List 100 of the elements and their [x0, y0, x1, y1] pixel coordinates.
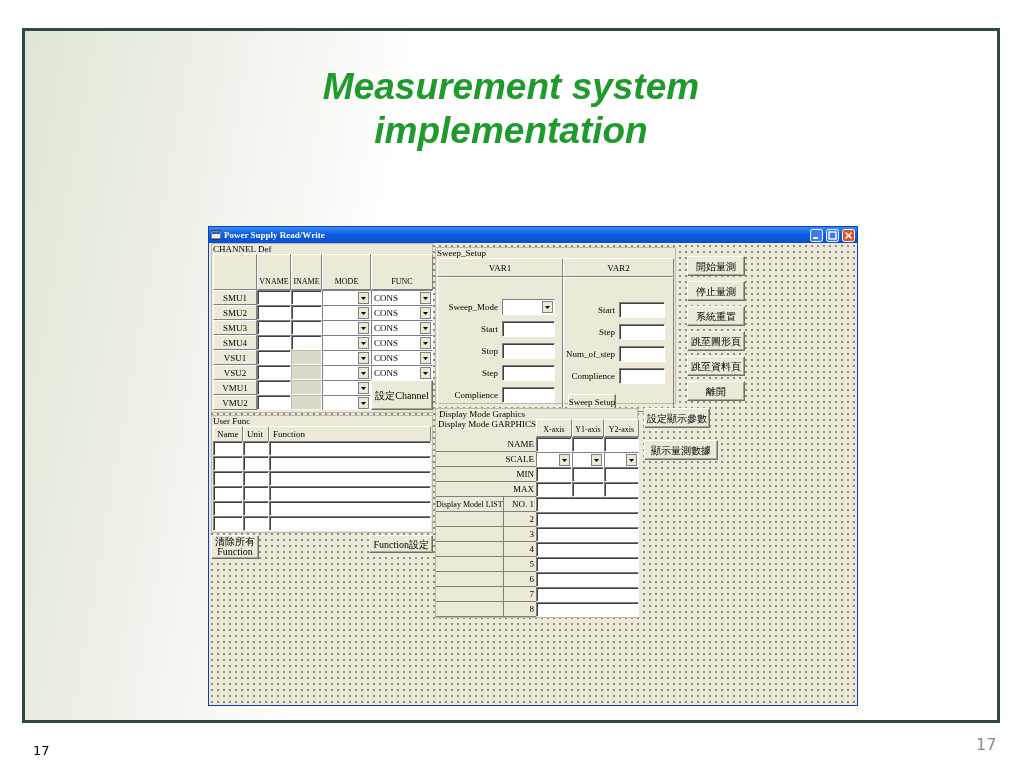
table-cell[interactable]	[213, 486, 243, 501]
table-cell[interactable]	[213, 471, 243, 486]
table-cell[interactable]	[269, 456, 431, 471]
table-cell[interactable]	[572, 467, 604, 482]
table-cell[interactable]	[604, 482, 639, 497]
table-cell[interactable]	[536, 482, 572, 497]
vname-field[interactable]	[257, 395, 291, 410]
table-cell[interactable]	[243, 471, 269, 486]
row-header: VSU2	[213, 365, 257, 380]
list-field[interactable]	[536, 557, 639, 572]
action-button[interactable]: 開始量測	[687, 256, 745, 276]
input-field[interactable]	[502, 343, 555, 359]
scale-dropdown[interactable]	[604, 452, 639, 467]
caret-icon	[358, 306, 369, 319]
mode-dropdown[interactable]	[322, 395, 371, 410]
group-caption: Display Mode Graphics	[438, 409, 526, 419]
list-field[interactable]	[536, 572, 639, 587]
input-field[interactable]	[619, 324, 665, 340]
table-cell[interactable]	[536, 437, 572, 452]
sweep-mode-dropdown[interactable]	[502, 299, 555, 315]
table-cell[interactable]	[243, 486, 269, 501]
row-header: SMU4	[213, 335, 257, 350]
mode-dropdown[interactable]	[322, 320, 371, 335]
set-channel-button[interactable]: 設定Channel	[371, 380, 433, 410]
vname-field[interactable]	[257, 350, 291, 365]
list-field[interactable]	[536, 602, 639, 617]
table-cell[interactable]	[269, 516, 431, 531]
vname-field[interactable]	[257, 305, 291, 320]
mode-dropdown[interactable]	[322, 335, 371, 350]
table-cell[interactable]	[604, 467, 639, 482]
vname-field[interactable]	[257, 335, 291, 350]
action-button[interactable]: 停止量測	[687, 281, 745, 301]
row-header: VSU1	[213, 350, 257, 365]
action-button[interactable]: 跳至圖形頁	[687, 331, 745, 351]
vname-field[interactable]	[257, 290, 291, 305]
column-header: INAME	[291, 254, 322, 290]
maximize-icon[interactable]	[826, 228, 839, 242]
table-cell[interactable]	[269, 486, 431, 501]
func-dropdown[interactable]: CONS	[371, 365, 433, 380]
iname-field[interactable]	[291, 335, 322, 350]
set-display-button[interactable]: 設定顯示參數	[644, 408, 710, 428]
caret-icon	[420, 351, 431, 364]
table-cell[interactable]	[213, 441, 243, 456]
scale-dropdown[interactable]	[536, 452, 572, 467]
input-field[interactable]	[619, 346, 665, 362]
table-cell[interactable]	[269, 501, 431, 516]
input-field[interactable]	[502, 387, 555, 403]
input-field[interactable]	[619, 302, 665, 318]
show-data-button[interactable]: 顯示量測數據	[644, 440, 718, 460]
vname-field[interactable]	[257, 380, 291, 395]
list-field[interactable]	[536, 512, 639, 527]
iname-field[interactable]	[291, 305, 322, 320]
func-dropdown[interactable]: CONS	[371, 320, 433, 335]
table-cell[interactable]	[243, 516, 269, 531]
func-dropdown[interactable]: CONS	[371, 350, 433, 365]
table-cell[interactable]	[269, 441, 431, 456]
mode-dropdown[interactable]	[322, 365, 371, 380]
table-cell[interactable]	[604, 437, 639, 452]
input-field[interactable]	[619, 368, 665, 384]
field-label: Complience	[570, 371, 615, 381]
func-dropdown[interactable]: CONS	[371, 305, 433, 320]
table-cell[interactable]	[213, 501, 243, 516]
table-cell[interactable]	[243, 441, 269, 456]
list-field[interactable]	[536, 542, 639, 557]
column-header: Y1-axis	[572, 419, 604, 437]
row-header: SMU3	[213, 320, 257, 335]
clear-functions-button[interactable]: 清除所有 Function	[211, 535, 259, 559]
close-icon[interactable]	[842, 228, 855, 242]
window-title: Power Supply Read/Write	[224, 230, 326, 240]
mode-dropdown[interactable]	[322, 290, 371, 305]
iname-field[interactable]	[291, 320, 322, 335]
action-button[interactable]: 離開	[687, 381, 745, 401]
input-field[interactable]	[502, 321, 555, 337]
list-field[interactable]	[536, 497, 639, 512]
mode-dropdown[interactable]	[322, 305, 371, 320]
scale-dropdown[interactable]	[572, 452, 604, 467]
function-set-button[interactable]: Function設定	[369, 535, 433, 553]
vname-field[interactable]	[257, 320, 291, 335]
table-cell[interactable]	[213, 516, 243, 531]
table-cell[interactable]	[572, 437, 604, 452]
action-button[interactable]: 跳至資料頁	[687, 356, 745, 376]
caret-icon	[358, 351, 369, 364]
column-header: Y2-axis	[604, 419, 639, 437]
vname-field[interactable]	[257, 365, 291, 380]
table-cell[interactable]	[536, 467, 572, 482]
func-dropdown[interactable]: CONS	[371, 290, 433, 305]
mode-dropdown[interactable]	[322, 380, 371, 395]
minimize-icon[interactable]	[810, 228, 823, 242]
table-cell[interactable]	[243, 456, 269, 471]
mode-dropdown[interactable]	[322, 350, 371, 365]
action-button[interactable]: 系統重置	[687, 306, 745, 326]
table-cell[interactable]	[269, 471, 431, 486]
table-cell[interactable]	[243, 501, 269, 516]
list-field[interactable]	[536, 527, 639, 542]
input-field[interactable]	[502, 365, 555, 381]
func-dropdown[interactable]: CONS	[371, 335, 433, 350]
list-field[interactable]	[536, 587, 639, 602]
table-cell[interactable]	[572, 482, 604, 497]
table-cell[interactable]	[213, 456, 243, 471]
iname-field[interactable]	[291, 290, 322, 305]
